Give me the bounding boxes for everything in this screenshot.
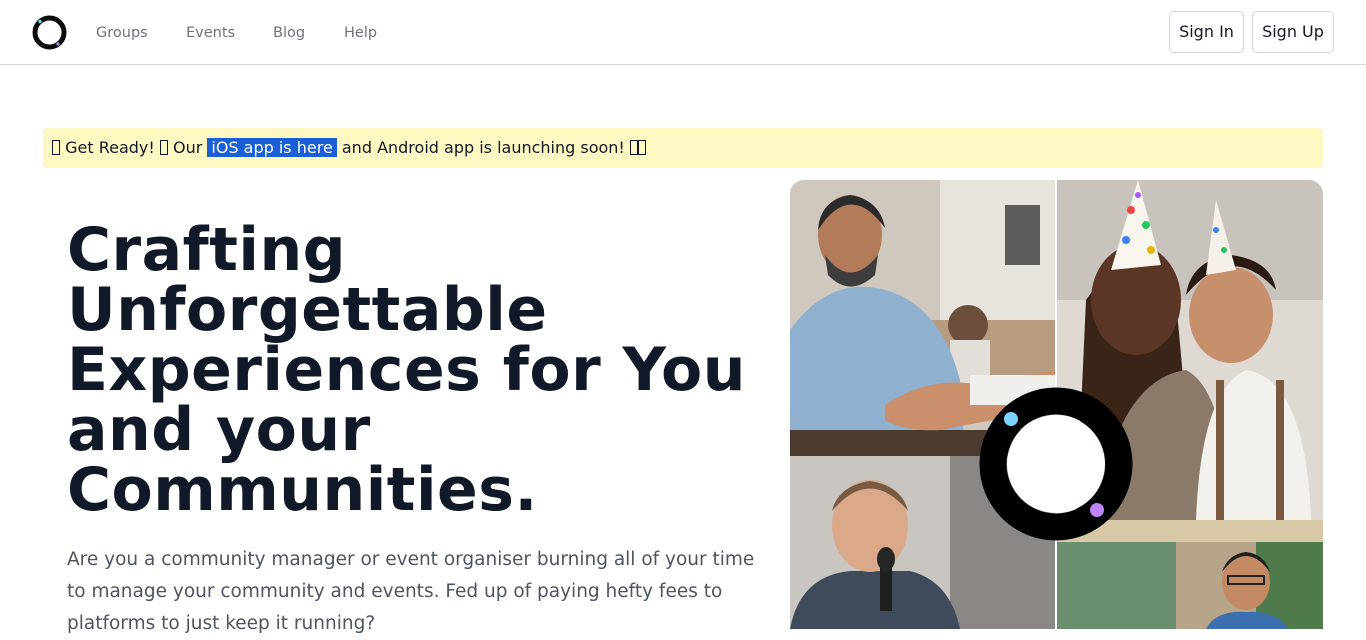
hero-description: Are you a community manager or event org… [67,549,755,634]
nav-link-events[interactable]: Events [186,24,235,42]
brand-ring-icon [979,387,1133,541]
party-emoji-icon [52,140,60,155]
announcement-banner: Get Ready! Our iOS app is here and Andro… [43,128,1323,168]
nav-link-blog[interactable]: Blog [273,24,305,42]
nav-link-groups[interactable]: Groups [96,24,148,42]
sign-up-button[interactable]: Sign Up [1252,11,1334,53]
ios-app-link[interactable]: iOS app is here [207,138,337,157]
announcement-text-our: Our [172,138,203,157]
announcement-text-get-ready: Get Ready! [65,138,155,157]
sparkle-emoji-icon [637,140,646,155]
nav-link-help[interactable]: Help [344,24,377,42]
rocket-emoji-icon [629,140,638,155]
announcement-text-android: and Android app is launching soon! [341,138,625,157]
sign-in-button[interactable]: Sign In [1169,11,1244,53]
hero-headline: Crafting Unforgettable Experiences for Y… [67,215,746,525]
logo-icon[interactable] [31,14,68,51]
top-navbar: Groups Events Blog Help Sign In Sign Up [0,0,1366,65]
phone-emoji-icon [159,140,168,155]
